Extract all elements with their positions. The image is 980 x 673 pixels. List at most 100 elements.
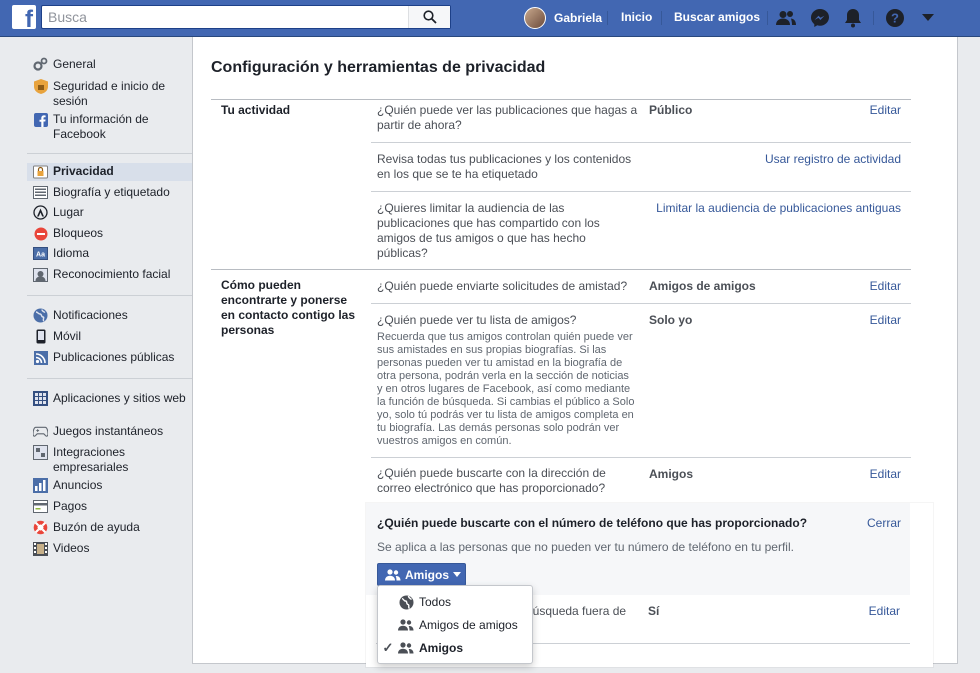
find-friends-link[interactable]: Buscar amigos [674,10,760,24]
shield-icon [33,79,48,94]
setting-question: ¿Quién puede buscarte con la dirección d… [377,466,606,495]
checkmark-icon: ✓ [382,640,394,655]
search-button[interactable] [408,6,450,28]
sidebar-divider [27,153,192,154]
sidebar-item-label: Aplicaciones y sitios web [53,391,186,405]
messenger-button[interactable] [808,6,832,30]
setting-value: Sí [648,604,660,618]
sidebar-item-label: Bloqueos [53,226,104,240]
home-link[interactable]: Inicio [621,10,652,24]
sidebar-item-label: Idioma [53,246,90,260]
close-link[interactable]: Cerrar [867,516,901,530]
timeline-icon [33,185,48,200]
edit-link[interactable]: Editar [833,467,901,481]
row-divider [371,303,911,304]
face-icon [33,267,48,282]
friends-icon [398,617,414,633]
lock-icon [33,164,48,179]
sidebar-item-location[interactable]: Lugar [27,205,192,220]
film-icon [33,541,48,556]
sidebar-item-label: Tu información de Facebook [53,112,149,141]
facebook-icon [33,112,48,127]
sidebar-item-public-posts[interactable]: Publicaciones públicas [27,350,192,365]
help-button[interactable]: ? [883,6,907,30]
account-menu-icon [922,14,934,21]
integrations-icon [33,445,48,460]
row-divider [371,191,911,192]
sidebar-item-label: Juegos instantáneos [53,424,164,438]
block-icon [33,226,48,241]
editor-description: Se aplica a las personas que no pueden v… [377,540,794,554]
sidebar-item-general[interactable]: General [27,57,192,72]
edit-link[interactable]: Editar [833,103,901,117]
chevron-down-icon [453,572,462,577]
rss-icon [33,350,48,365]
globe-icon [33,308,48,323]
section-divider [211,269,911,270]
setting-value: Solo yo [649,313,693,327]
sidebar-item-security[interactable]: Seguridad e inicio de sesión [27,79,192,109]
nav-divider [873,11,874,25]
sidebar-item-videos[interactable]: Videos [27,541,192,556]
sidebar-item-label: Notificaciones [53,308,128,322]
menu-item-everyone[interactable]: Todos [378,591,532,613]
setting-question: búsqueda fuera de [526,604,627,618]
payments-icon [33,499,48,514]
section-label-your-activity: Tu actividad [221,103,291,117]
language-icon: Aa [33,246,48,261]
audience-selector-button[interactable]: Amigos [377,563,466,586]
profile-link[interactable]: Gabriela [524,6,602,30]
sidebar-divider [27,378,192,379]
sidebar-item-label: General [53,57,96,71]
messenger-icon [811,9,829,27]
sidebar-item-support-inbox[interactable]: Buzón de ayuda [27,520,192,535]
row-divider [371,457,911,458]
edit-link[interactable]: Editar [832,604,900,618]
menu-item-friends-of-friends[interactable]: Amigos de amigos [378,614,532,636]
sidebar-item-label: Anuncios [53,478,103,492]
ads-icon [33,478,48,493]
sidebar-item-language[interactable]: Aa Idioma [27,246,192,261]
sidebar-item-label: Buzón de ayuda [53,520,140,534]
setting-value: Amigos [649,467,694,481]
notifications-icon [845,9,861,28]
search-input[interactable] [42,6,410,28]
sidebar-item-business-integrations[interactable]: Integraciones empresariales [27,445,192,475]
search-box [41,5,451,29]
sidebar-item-face-recognition[interactable]: Reconocimiento facial [27,267,192,282]
setting-question: ¿Quieres limitar la audiencia de las pub… [377,201,600,260]
limit-past-posts-link[interactable]: Limitar la audiencia de publicaciones an… [633,201,901,215]
editor-header: ¿Quién puede buscarte con el número de t… [366,503,910,595]
setting-note: Recuerda que tus amigos controlan quién … [377,331,635,447]
sidebar-item-payments[interactable]: Pagos [27,499,192,514]
sidebar-item-your-info[interactable]: Tu información de Facebook [27,112,192,142]
sidebar-item-apps[interactable]: Aplicaciones y sitios web [27,391,192,406]
friend-requests-button[interactable] [774,6,798,30]
top-navigation-bar: f Gabriela Inicio Buscar amigos ? [0,0,980,37]
sidebar-item-blocking[interactable]: Bloqueos [27,226,192,241]
sidebar-item-label: Móvil [53,329,82,343]
sidebar-item-label: Videos [53,541,90,555]
sidebar-item-privacy[interactable]: Privacidad [27,163,192,181]
setting-value: Amigos de amigos [649,279,756,293]
sidebar-item-instant-games[interactable]: Juegos instantáneos [27,424,192,439]
facebook-logo-letter: f [25,6,33,33]
sidebar-item-ads[interactable]: Anuncios [27,478,192,493]
sidebar-item-mobile[interactable]: Móvil [27,329,192,344]
activity-log-link[interactable]: Usar registro de actividad [733,152,901,166]
facebook-logo[interactable]: f [12,5,36,33]
sidebar-item-notifications[interactable]: Notificaciones [27,308,192,323]
svg-text:?: ? [891,11,899,26]
avatar [524,7,546,29]
section-label-how-people-find-you: Cómo pueden encontrarte y ponerse en con… [221,278,356,337]
nav-divider [767,11,768,25]
notifications-button[interactable] [841,6,865,30]
mobile-icon [33,329,48,344]
account-menu-button[interactable] [916,6,940,30]
globe-icon [398,594,414,610]
edit-link[interactable]: Editar [833,313,901,327]
edit-link[interactable]: Editar [833,279,901,293]
menu-item-friends[interactable]: ✓ Amigos [378,637,532,659]
sidebar-item-label: Reconocimiento facial [53,267,171,281]
sidebar-item-timeline[interactable]: Biografía y etiquetado [27,185,192,200]
